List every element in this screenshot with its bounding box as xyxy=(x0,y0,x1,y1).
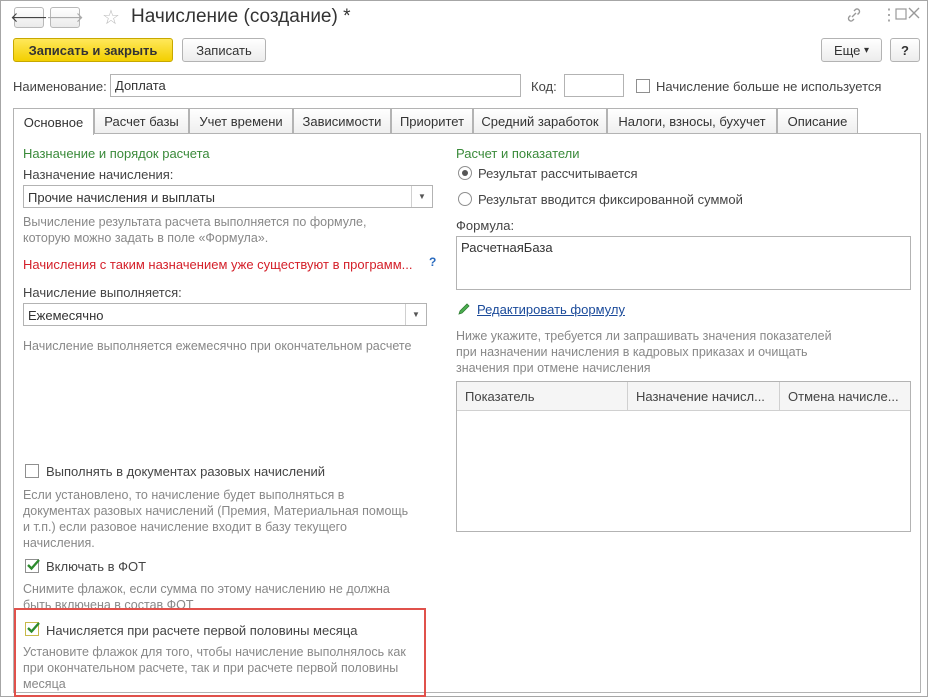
right-section-title: Расчет и показатели xyxy=(456,146,580,161)
save-close-button[interactable]: Записать и закрыть xyxy=(13,38,173,62)
window-title: Начисление (создание) * xyxy=(131,6,351,27)
form-window: 🡐 🡒 ☆ Начисление (создание) * ⋮ Записать… xyxy=(0,0,928,697)
edit-formula-link[interactable]: Редактировать формулу xyxy=(477,302,625,317)
radio-fixed[interactable] xyxy=(458,192,472,206)
radio-calculated[interactable] xyxy=(458,166,472,180)
column-header[interactable]: Отмена начисле... xyxy=(780,382,910,411)
link-icon[interactable] xyxy=(846,7,862,26)
more-button[interactable]: Еще ▾ xyxy=(821,38,882,62)
first-half-label: Начисляется при расчете первой половины … xyxy=(46,623,358,638)
fot-checkbox[interactable] xyxy=(25,559,40,573)
warning-help-icon[interactable]: ? xyxy=(429,255,436,269)
check-icon xyxy=(27,622,40,634)
name-label: Наименование: xyxy=(13,79,107,94)
tab-main[interactable]: Основное xyxy=(13,108,94,135)
back-button[interactable]: 🡐 xyxy=(10,7,48,28)
purpose-label: Назначение начисления: xyxy=(23,167,174,182)
forward-button[interactable]: 🡒 xyxy=(46,7,84,28)
help-button[interactable]: ? xyxy=(890,38,920,62)
purpose-select[interactable]: Прочие начисления и выплаты ▼ xyxy=(23,185,433,208)
execute-select[interactable]: Ежемесячно ▼ xyxy=(23,303,427,326)
onetime-hint: Если установлено, то начисление будет вы… xyxy=(23,488,409,550)
dropdown-arrow-icon[interactable]: ▼ xyxy=(411,186,432,207)
tab-taxes[interactable]: Налоги, взносы, бухучет xyxy=(607,108,777,134)
code-input[interactable] xyxy=(564,74,624,97)
radio-fixed-label: Результат вводится фиксированной суммой xyxy=(478,192,743,207)
pencil-icon xyxy=(457,302,471,319)
tab-base[interactable]: Расчет базы xyxy=(94,108,189,134)
indicators-table[interactable]: Показатель Назначение начисл... Отмена н… xyxy=(456,381,911,532)
name-input[interactable]: Доплата xyxy=(110,74,521,97)
close-icon[interactable] xyxy=(908,6,920,22)
execute-label: Начисление выполняется: xyxy=(23,285,182,300)
purpose-hint: Вычисление результата расчета выполняетс… xyxy=(23,215,367,245)
star-icon[interactable]: ☆ xyxy=(102,5,120,30)
duplicate-warning: Начисления с таким назначением уже сущес… xyxy=(23,257,413,272)
left-section-title: Назначение и порядок расчета xyxy=(23,146,210,161)
first-half-hint: Установите флажок для того, чтобы начисл… xyxy=(23,645,406,691)
maximize-icon[interactable] xyxy=(895,7,907,23)
formula-label: Формула: xyxy=(456,218,515,233)
tab-dependencies[interactable]: Зависимости xyxy=(293,108,391,134)
column-header[interactable]: Показатель xyxy=(457,382,628,411)
formula-input[interactable]: РасчетнаяБаза xyxy=(456,236,911,290)
chevron-down-icon: ▾ xyxy=(864,44,870,56)
radio-calculated-label: Результат рассчитывается xyxy=(478,166,638,181)
tab-average-salary[interactable]: Средний заработок xyxy=(473,108,607,134)
fot-label: Включать в ФОТ xyxy=(46,559,147,574)
code-label: Код: xyxy=(531,79,557,94)
column-header[interactable]: Назначение начисл... xyxy=(628,382,780,411)
tab-priority[interactable]: Приоритет xyxy=(391,108,473,134)
save-button[interactable]: Записать xyxy=(182,38,266,62)
first-half-checkbox[interactable] xyxy=(25,622,40,636)
check-icon xyxy=(27,559,40,571)
execute-hint: Начисление выполняется ежемесячно при ок… xyxy=(23,339,412,353)
onetime-checkbox[interactable] xyxy=(25,464,39,478)
unused-label: Начисление больше не используется xyxy=(656,79,882,94)
forward-arrow-icon: 🡒 xyxy=(46,9,84,25)
unused-checkbox[interactable] xyxy=(636,79,650,93)
dropdown-arrow-icon[interactable]: ▼ xyxy=(405,304,426,325)
onetime-label: Выполнять в документах разовых начислени… xyxy=(46,464,326,479)
indicators-hint: Ниже укажите, требуется ли запрашивать з… xyxy=(456,329,832,375)
back-arrow-icon: 🡐 xyxy=(10,9,48,25)
tab-time[interactable]: Учет времени xyxy=(189,108,293,134)
tab-description[interactable]: Описание xyxy=(777,108,858,134)
